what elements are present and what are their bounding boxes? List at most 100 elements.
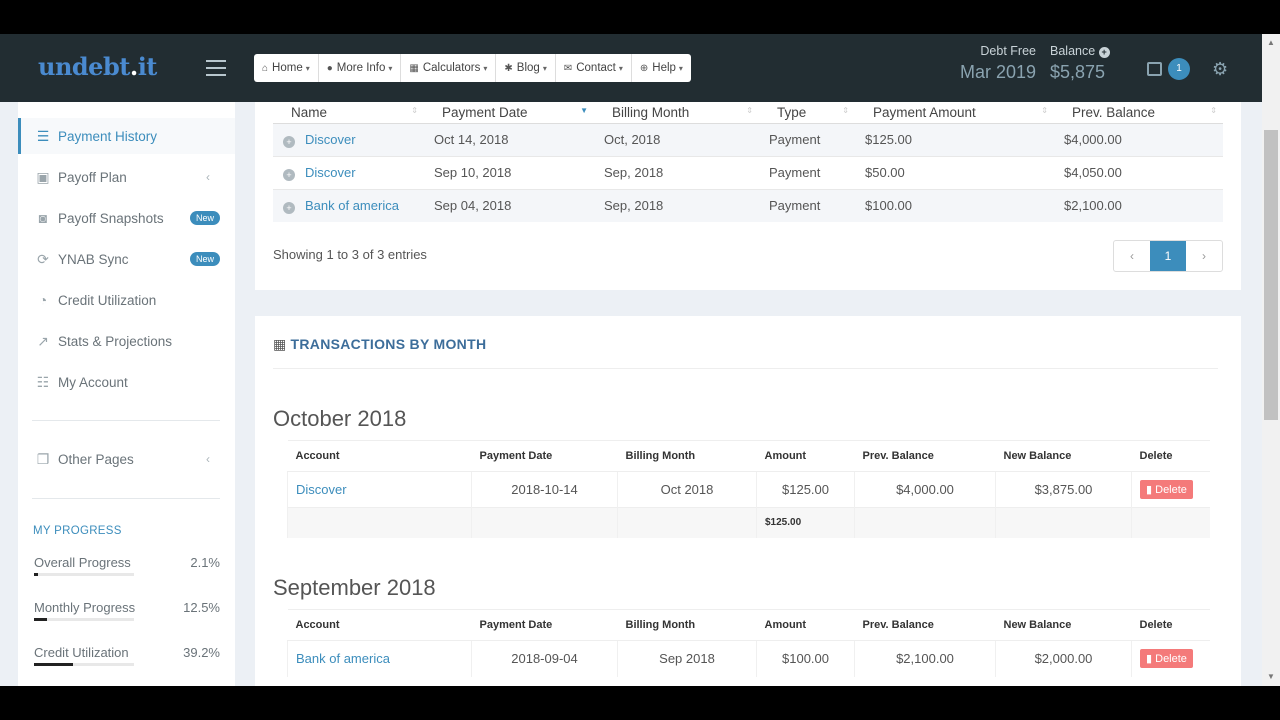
sidebar-divider <box>32 498 220 499</box>
nav-label: Blog <box>516 62 540 74</box>
sidebar-item-credit-utilization[interactable]: ◔ Credit Utilization <box>18 282 235 318</box>
account-link[interactable]: Discover <box>287 471 472 508</box>
letterbox-bottom <box>0 686 1280 720</box>
sidebar-item-payoff-snapshots[interactable]: ◙ Payoff Snapshots New <box>18 200 235 236</box>
type-cell: Payment <box>759 155 855 189</box>
payment-amount-cell: $50.00 <box>855 155 1054 189</box>
sidebar-item-payoff-plan[interactable]: ▣ Payoff Plan ‹ <box>18 159 235 195</box>
notification-badge[interactable]: 1 <box>1168 58 1190 80</box>
column-header: Delete <box>1131 440 1210 472</box>
transactions-by-month-panel: ▦ TRANSACTIONS BY MONTH October 2018 Acco… <box>255 316 1241 686</box>
new-balance-cell: $2,000.00 <box>995 640 1132 677</box>
column-header[interactable]: Payment Amount ⇕ <box>855 102 1054 124</box>
logo-text-main: undebt <box>38 52 130 81</box>
debt-free-stat: Debt Free Mar 2019 <box>950 44 1036 83</box>
logo[interactable]: undebt.it <box>38 52 157 81</box>
month-heading: October 2018 <box>273 406 407 431</box>
nav-help[interactable]: ⊕ Help ▾ <box>632 54 691 82</box>
progress-label: Overall Progress <box>34 555 131 570</box>
sidebar-item-payment-history[interactable]: ☰ Payment History <box>18 118 235 154</box>
copy-icon: ❐ <box>36 450 50 467</box>
billing-month-cell: Oct, 2018 <box>594 122 759 156</box>
bug-icon: ✱ <box>504 62 513 74</box>
nav-home[interactable]: ⌂ Home ▾ <box>254 54 319 82</box>
expand-row-icon[interactable]: + <box>283 168 295 181</box>
account-link[interactable]: Bank of america <box>287 640 472 677</box>
delete-button[interactable]: ▮ Delete <box>1140 480 1193 499</box>
new-badge: New <box>190 211 221 225</box>
logo-dot: . <box>129 52 138 81</box>
table-row: Bank of america 2018-09-04 Sep 2018 $100… <box>287 640 1210 677</box>
sidebar-item-other-pages[interactable]: ❐ Other Pages ‹ <box>18 441 235 477</box>
table-row: + Discover Oct 14, 2018 Oct, 2018 Payment… <box>273 122 1223 156</box>
column-header[interactable]: Type ⇕ <box>759 102 855 124</box>
nav-calculators[interactable]: ▦ Calculators ▾ <box>401 54 497 82</box>
home-icon: ⌂ <box>262 62 269 74</box>
pager-page-button[interactable]: 1 <box>1150 241 1186 271</box>
sidebar-item-label: Payoff Snapshots <box>58 210 164 226</box>
sliders-icon: ☷ <box>36 373 50 390</box>
expand-row-icon[interactable]: + <box>283 135 295 148</box>
payment-date-cell: 2018-10-14 <box>471 471 618 508</box>
progress-credit-utilization: Credit Utilization 39.2% <box>34 645 220 666</box>
expand-row-icon[interactable]: + <box>283 201 295 214</box>
sort-icon: ⇕ <box>1041 106 1048 115</box>
sidebar-item-my-account[interactable]: ☷ My Account <box>18 364 235 400</box>
column-header: Amount <box>756 440 855 472</box>
flag-icon[interactable] <box>1147 62 1162 76</box>
type-cell: Payment <box>759 188 855 222</box>
sidebar-item-label: Other Pages <box>58 451 134 467</box>
nav-contact[interactable]: ✉ Contact ▾ <box>556 54 632 82</box>
column-header: New Balance <box>995 609 1132 641</box>
scroll-down-arrow-icon[interactable]: ▼ <box>1267 672 1275 681</box>
column-header[interactable]: Billing Month ⇕ <box>594 102 759 124</box>
scroll-up-arrow-icon[interactable]: ▲ <box>1267 38 1275 47</box>
sidebar-item-stats-projections[interactable]: ↗ Stats & Projections <box>18 323 235 359</box>
divider <box>273 368 1218 369</box>
chevron-down-icon: ▾ <box>388 63 393 73</box>
plus-circle-icon[interactable]: + <box>1098 47 1110 58</box>
nav-more-info[interactable]: ● More Info ▾ <box>319 54 402 82</box>
column-header: Payment Date <box>471 609 618 641</box>
column-header[interactable]: Payment Date ▼ <box>424 102 594 124</box>
column-header: Prev. Balance <box>854 609 996 641</box>
billing-month-cell: Sep 2018 <box>617 640 757 677</box>
payment-amount-cell: $125.00 <box>855 122 1054 156</box>
sidebar: ☰ Payment History ▣ Payoff Plan ‹ ◙ Payoff S… <box>18 102 235 686</box>
sidebar-item-label: Payment History <box>58 128 158 144</box>
box-title: ▦ TRANSACTIONS BY MONTH <box>273 336 487 352</box>
column-header[interactable]: Name ⇕ <box>273 102 424 124</box>
sidebar-item-ynab-sync[interactable]: ⟳ YNAB Sync New <box>18 241 235 277</box>
column-header: Billing Month <box>617 440 757 472</box>
month-table: Account Payment Date Billing Month Amoun… <box>287 440 1210 538</box>
pager-next-button[interactable]: › <box>1186 241 1222 271</box>
billing-month-cell: Oct 2018 <box>617 471 757 508</box>
debt-free-value: Mar 2019 <box>959 62 1036 82</box>
scrollbar-thumb[interactable] <box>1264 130 1278 420</box>
column-header[interactable]: Prev. Balance ⇕ <box>1054 102 1223 124</box>
account-link[interactable]: + Discover <box>273 155 424 189</box>
column-header: Billing Month <box>617 609 757 641</box>
prev-balance-cell: $4,000.00 <box>854 471 996 508</box>
progress-label: Monthly Progress <box>34 600 136 615</box>
billing-month-cell: Sep, 2018 <box>594 155 759 189</box>
progress-fill <box>34 573 38 576</box>
page-scrollbar[interactable]: ▲ ▼ <box>1262 34 1280 686</box>
trash-icon: ▮ <box>1146 484 1153 496</box>
gear-icon[interactable]: ⚙ <box>1212 59 1228 80</box>
top-nav: ⌂ Home ▾ ● More Info ▾ ▦ Calculators ▾ ✱ Blog ▾ … <box>254 54 691 82</box>
pager-prev-button[interactable]: ‹ <box>1114 241 1150 271</box>
account-link[interactable]: + Bank of america <box>273 188 424 222</box>
nav-label: Contact <box>576 62 616 74</box>
month-table: Account Payment Date Billing Month Amoun… <box>287 609 1210 677</box>
account-link[interactable]: + Discover <box>273 122 424 156</box>
nav-label: Home <box>272 62 303 74</box>
logo-text-tail: it <box>137 52 158 81</box>
line-chart-icon: ↗ <box>37 332 49 349</box>
sidebar-toggle-icon[interactable] <box>206 60 226 76</box>
payment-history-table: Name ⇕ Payment Date ▼ Billing Month ⇕ Type ⇕… <box>273 102 1223 222</box>
payment-amount-cell: $100.00 <box>855 188 1054 222</box>
delete-button[interactable]: ▮ Delete <box>1140 649 1193 669</box>
column-header: Prev. Balance <box>854 440 996 472</box>
nav-blog[interactable]: ✱ Blog ▾ <box>496 54 556 82</box>
